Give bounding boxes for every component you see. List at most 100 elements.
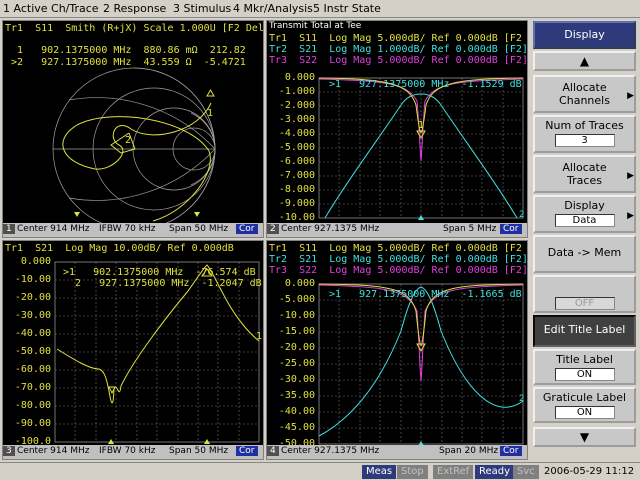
- menu-response[interactable]: 2 Response: [103, 2, 166, 15]
- svg-text:2: 2: [519, 210, 524, 220]
- marker-1-icon: [206, 89, 215, 97]
- trace-title: Tr1 S11 Smith (R+jX) Scale 1.000U [F2 De…: [5, 23, 264, 34]
- softkey-menu-title: Display: [533, 21, 636, 49]
- trace-title-tr1[interactable]: Tr1 S11 Log Mag 5.000dB/ Ref 0.000dB [F2: [269, 243, 522, 254]
- span: Span 50 MHz: [169, 446, 229, 456]
- y-tick: -20.00: [14, 292, 51, 303]
- y-tick: -6.000: [278, 156, 315, 167]
- center-freq: Center 927.1375 MHz: [281, 446, 380, 456]
- scroll-up-button[interactable]: ▲: [533, 51, 636, 71]
- menu-stimulus[interactable]: 3 Stimulus: [173, 2, 231, 15]
- y-tick: -15.00: [278, 326, 315, 337]
- window-status-bar: 1 Center 914 MHz IFBW 70 kHz Span 50 MHz…: [3, 223, 263, 237]
- stop-indicator: Stop: [397, 465, 428, 479]
- center-freq: Center 927.1375 MHz: [281, 224, 380, 234]
- y-tick: -30.00: [278, 374, 315, 385]
- display-button[interactable]: Display Data ▶: [533, 195, 636, 233]
- ready-indicator: Ready: [475, 465, 515, 479]
- menu-active-ch-trace[interactable]: 1 Active Ch/Trace: [3, 2, 99, 15]
- allocate-channels-button[interactable]: Allocate Channels ▶: [533, 75, 636, 113]
- num-of-traces-value: 3: [554, 134, 615, 147]
- window-number[interactable]: 4: [267, 446, 279, 456]
- y-tick: -10.00: [14, 274, 51, 285]
- window-status-bar: 4 Center 927.1375 MHz Span 20 MHz Cor: [267, 445, 527, 459]
- y-tick: -9.000: [278, 198, 315, 209]
- marker-readout: >1 927.1375000 MHz -1.1529 dB: [329, 79, 522, 90]
- window-number[interactable]: 1: [3, 224, 15, 234]
- window-status-bar: 2 Center 927.1375 MHz Span 5 MHz Cor: [267, 223, 527, 237]
- y-tick: -10.00: [278, 212, 315, 223]
- softkey-panel: Display ▲ Allocate Channels ▶ Num of Tra…: [530, 18, 640, 462]
- center-freq: Center 914 MHz: [17, 446, 90, 456]
- edit-title-label-button[interactable]: Edit Title Label: [533, 315, 636, 347]
- y-tick: -5.000: [278, 142, 315, 153]
- trace-title-tr3[interactable]: Tr3 S22 Log Mag 5.000dB/ Ref 0.000dB [F2…: [269, 55, 527, 66]
- meas-indicator: Meas: [362, 465, 397, 479]
- menu-mkr-analysis[interactable]: 4 Mkr/Analysis: [233, 2, 313, 15]
- y-tick: -35.00: [278, 390, 315, 401]
- data-to-mem-button[interactable]: Data -> Mem: [533, 235, 636, 273]
- window-title: Transmit Total at Tee: [269, 21, 362, 31]
- y-tick: -25.00: [278, 358, 315, 369]
- trace-title-tr2[interactable]: Tr2 S21 Log Mag 5.000dB/ Ref 0.000dB [F2…: [269, 254, 527, 265]
- span: Span 5 MHz: [443, 224, 497, 234]
- ifbw: IFBW 70 kHz: [99, 224, 156, 234]
- y-tick: -70.00: [14, 382, 51, 393]
- channel-window-2[interactable]: 1 2 Transmit Total at Tee Tr1 S11 Log Ma…: [266, 20, 528, 238]
- channel-window-4[interactable]: 2 Tr1 S11 Log Mag 5.000dB/ Ref 0.000dB […: [266, 240, 528, 460]
- y-tick: -8.000: [278, 184, 315, 195]
- title-label-button[interactable]: Title Label ON: [533, 349, 636, 385]
- num-of-traces-button[interactable]: Num of Traces 3: [533, 115, 636, 153]
- title-label-value: ON: [554, 368, 615, 381]
- y-tick: -80.00: [14, 400, 51, 411]
- menu-instr-state[interactable]: 5 Instr State: [313, 2, 381, 15]
- submenu-arrow-icon: ▶: [627, 210, 634, 221]
- marker-readout-1: 1 902.1375000 MHz 880.86 mΩ 212.82: [5, 45, 246, 56]
- y-tick: -7.000: [278, 170, 315, 181]
- allocate-channels-label: Allocate Channels: [559, 81, 610, 107]
- window-number[interactable]: 3: [3, 446, 15, 456]
- num-of-traces-label: Num of Traces: [545, 119, 624, 132]
- trace-title-tr1[interactable]: Tr1 S11 Log Mag 5.000dB/ Ref 0.000dB [F2: [269, 33, 522, 44]
- y-tick: -30.00: [14, 310, 51, 321]
- window-number[interactable]: 2: [267, 224, 279, 234]
- trace-title-tr2[interactable]: Tr2 S21 Log Mag 1.000dB/ Ref 0.000dB [F2…: [269, 44, 527, 55]
- center-freq: Center 914 MHz: [17, 224, 90, 234]
- svg-text:1: 1: [207, 108, 213, 119]
- y-tick: -4.000: [278, 128, 315, 139]
- cor-badge: Cor: [236, 446, 258, 456]
- marker-readout-1: >1 902.1375000 MHz -76.574 dB: [63, 267, 256, 278]
- trace-title-tr3[interactable]: Tr3 S22 Log Mag 5.000dB/ Ref 0.000dB [F2…: [269, 265, 527, 276]
- y-tick: -3.000: [278, 114, 315, 125]
- ifbw: IFBW 70 kHz: [99, 446, 156, 456]
- off-button[interactable]: OFF: [533, 275, 636, 313]
- svg-text:1: 1: [418, 120, 424, 131]
- y-tick: -2.000: [278, 100, 315, 111]
- scroll-down-button[interactable]: ▼: [533, 427, 636, 447]
- display-label: Display: [564, 199, 605, 212]
- channel-window-1[interactable]: 1 2 Tr1 S11 Smith (R+jX) Scale 1.000U [F…: [2, 20, 264, 238]
- cor-badge: Cor: [236, 224, 258, 234]
- svg-text:2: 2: [519, 394, 524, 404]
- display-value: Data: [554, 214, 615, 227]
- marker-readout: >1 927.1375000 MHz -1.1665 dB: [329, 289, 522, 300]
- y-tick: -45.00: [278, 422, 315, 433]
- trace-title: Tr1 S21 Log Mag 10.00dB/ Ref 0.000dB: [5, 243, 234, 254]
- marker-readout-2: 2 927.1375000 MHz -1.2047 dB: [63, 278, 262, 289]
- channel-window-3[interactable]: 1 Tr1 S21 Log Mag 10.00dB/ Ref 0.000dB >…: [2, 240, 264, 460]
- cor-badge: Cor: [500, 446, 522, 456]
- graticule-label-button[interactable]: Graticule Label ON: [533, 387, 636, 423]
- title-label-label: Title Label: [556, 353, 613, 366]
- span: Span 50 MHz: [169, 224, 229, 234]
- y-tick: -10.00: [278, 310, 315, 321]
- y-tick: -20.00: [278, 342, 315, 353]
- submenu-arrow-icon: ▶: [627, 170, 634, 181]
- y-tick: -1.000: [278, 86, 315, 97]
- extref-indicator: ExtRef: [433, 465, 474, 479]
- svc-indicator: Svc: [513, 465, 539, 479]
- y-tick: 0.000: [284, 72, 315, 83]
- allocate-traces-button[interactable]: Allocate Traces ▶: [533, 155, 636, 193]
- y-tick: -5.000: [278, 294, 315, 305]
- span: Span 20 MHz: [439, 446, 499, 456]
- window-status-bar: 3 Center 914 MHz IFBW 70 kHz Span 50 MHz…: [3, 445, 263, 459]
